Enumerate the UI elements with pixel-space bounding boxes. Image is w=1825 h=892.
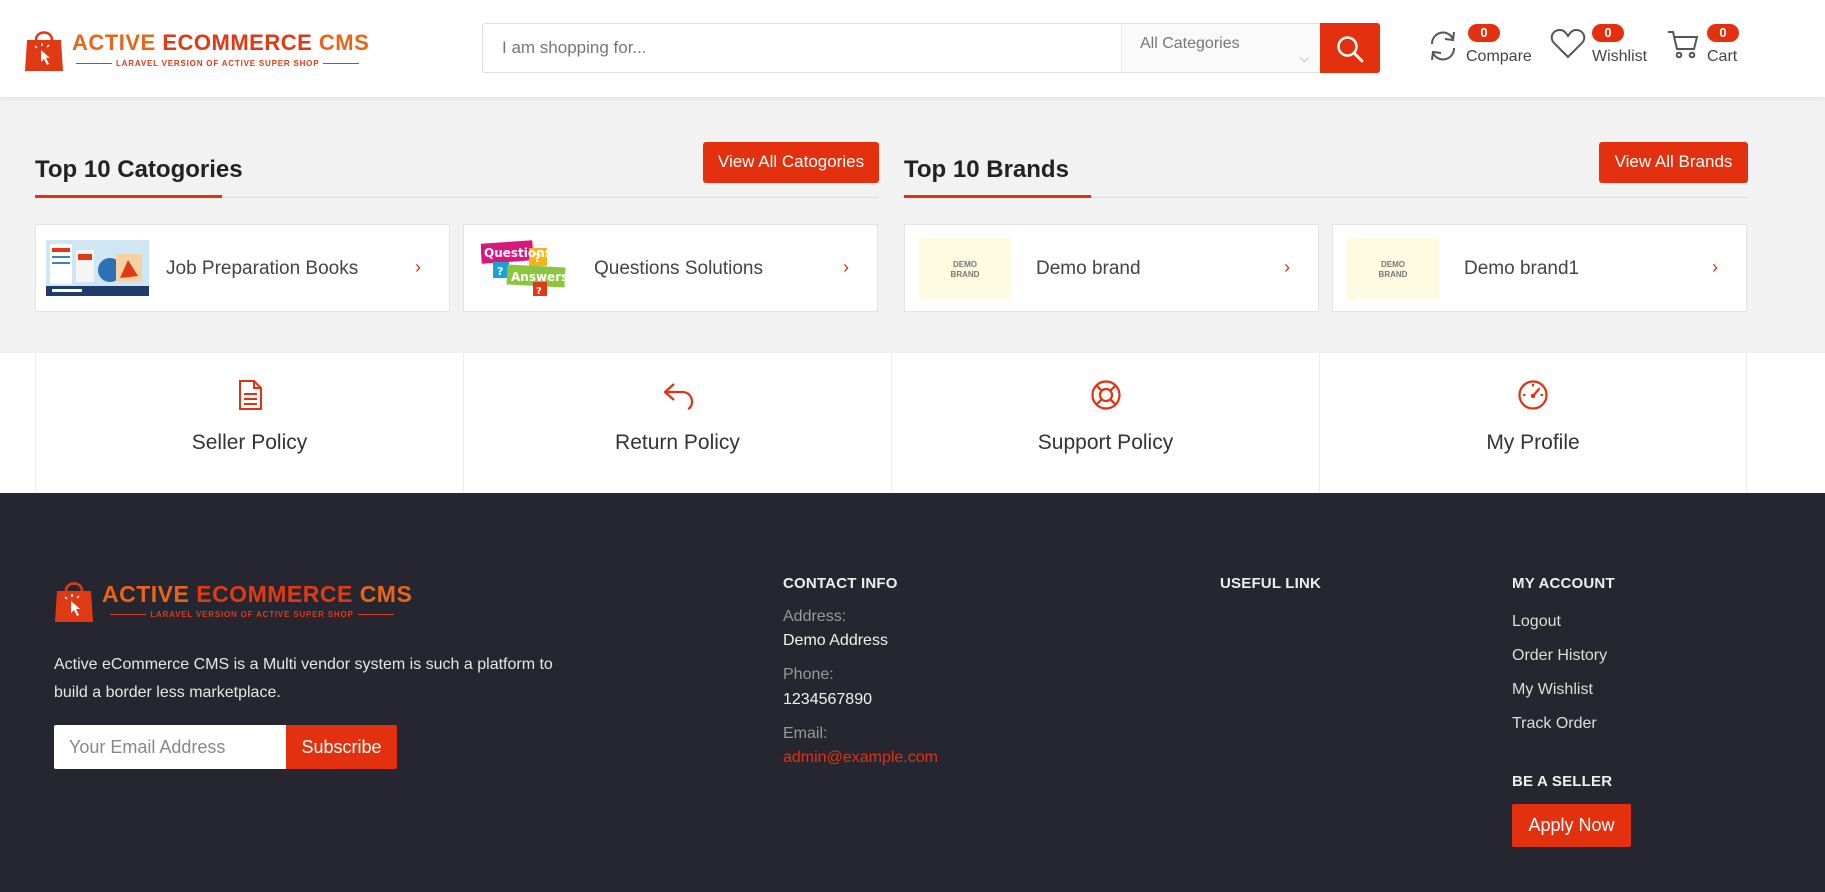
document-icon — [238, 380, 262, 410]
logo-text: ACTIVE ECOMMERCE CMS — [102, 581, 413, 607]
chevron-right-icon: › — [415, 257, 421, 277]
newsletter-email-input[interactable] — [54, 725, 286, 769]
apply-now-button[interactable]: Apply Now — [1512, 804, 1631, 847]
svg-text:?: ? — [536, 286, 542, 296]
refresh-icon — [1430, 31, 1456, 61]
wishlist-link[interactable]: 0 Wishlist — [1550, 22, 1650, 72]
shopping-bag-icon — [25, 31, 63, 71]
return-policy-link[interactable]: Return Policy — [463, 353, 891, 493]
site-header: ACTIVE ECOMMERCE CMS LARAVEL VERSION OF … — [0, 0, 1825, 97]
cart-icon — [1668, 31, 1699, 59]
shopping-bag-icon — [55, 582, 93, 622]
brand-logo: DEMO BRAND — [1347, 238, 1439, 300]
compare-count-badge: 0 — [1468, 24, 1500, 42]
categories-title: Top 10 Catogories — [35, 156, 243, 183]
brand-card-demo-brand1[interactable]: DEMO BRAND Demo brand1 › — [1332, 224, 1747, 312]
order-history-link[interactable]: Order History — [1512, 647, 1607, 665]
address-label: Address: — [783, 608, 847, 625]
seller-policy-link[interactable]: Seller Policy — [35, 353, 463, 493]
chevron-right-icon: › — [1284, 257, 1290, 277]
my-profile-link[interactable]: My Profile — [1319, 353, 1747, 493]
brand-label: Demo brand1 — [1464, 258, 1580, 279]
policy-row: Seller Policy Return Policy Support Poli… — [0, 353, 1825, 493]
my-account-heading: MY ACCOUNT — [1512, 575, 1615, 592]
category-thumbnail: Questions Answers ? ? ? — [481, 240, 568, 296]
reply-icon — [663, 383, 693, 410]
track-order-link[interactable]: Track Order — [1512, 715, 1597, 733]
logo-text: ACTIVE ECOMMERCE CMS — [72, 30, 370, 55]
svg-text:?: ? — [497, 265, 503, 278]
svg-text:Answers: Answers — [511, 270, 568, 284]
brand-logo-text: DEMO BRAND — [1378, 260, 1408, 279]
policy-label: Return Policy — [615, 431, 740, 454]
search-bar: All Categories ⌵ — [482, 23, 1380, 73]
wishlist-count-badge: 0 — [1592, 24, 1624, 42]
my-wishlist-link[interactable]: My Wishlist — [1512, 681, 1593, 699]
compare-label: Compare — [1466, 48, 1532, 65]
categories-underline — [35, 195, 222, 198]
phone-label: Phone: — [783, 666, 834, 683]
search-icon — [1337, 36, 1364, 63]
lifebuoy-icon — [1090, 380, 1121, 410]
brand-logo-text: DEMO BRAND — [950, 260, 980, 279]
support-policy-link[interactable]: Support Policy — [891, 353, 1319, 493]
subscribe-button[interactable]: Subscribe — [286, 725, 397, 769]
category-card-questions-solutions[interactable]: Questions Answers ? ? ? Questions Soluti… — [463, 224, 878, 312]
footer-description: Active eCommerce CMS is a Multi vendor s… — [54, 656, 553, 701]
footer-logo[interactable]: ACTIVE ECOMMERCE CMS LARAVEL VERSION OF … — [54, 573, 434, 629]
category-select[interactable]: All Categories ⌵ — [1121, 24, 1321, 72]
wishlist-label: Wishlist — [1592, 48, 1648, 65]
phone-value: 1234567890 — [783, 691, 872, 708]
cart-link[interactable]: 0 Cart — [1667, 22, 1757, 72]
brands-title: Top 10 Brands — [904, 156, 1069, 183]
useful-link-heading: USEFUL LINK — [1220, 575, 1322, 592]
policy-label: My Profile — [1486, 431, 1580, 454]
cart-count-badge: 0 — [1707, 24, 1739, 42]
address-value: Demo Address — [783, 632, 888, 649]
category-label: Job Preparation Books — [166, 258, 359, 279]
brand-logo: DEMO BRAND — [919, 238, 1011, 300]
svg-text:?: ? — [534, 251, 541, 265]
view-all-categories-button[interactable]: View All Catogories — [703, 142, 879, 183]
category-label: Questions Solutions — [594, 258, 763, 279]
category-select-value: All Categories — [1140, 35, 1240, 52]
cart-label: Cart — [1707, 48, 1738, 65]
site-logo[interactable]: ACTIVE ECOMMERCE CMS LARAVEL VERSION OF … — [24, 22, 369, 74]
view-all-brands-button[interactable]: View All Brands — [1599, 142, 1748, 183]
brands-underline — [904, 195, 1091, 198]
site-footer: ACTIVE ECOMMERCE CMS LARAVEL VERSION OF … — [0, 493, 1825, 892]
dashboard-icon — [1518, 380, 1548, 410]
category-card-job-preparation-books[interactable]: Job Preparation Books › — [35, 224, 450, 312]
brand-card-demo-brand[interactable]: DEMO BRAND Demo brand › — [904, 224, 1319, 312]
heart-icon — [1550, 28, 1586, 59]
logout-link[interactable]: Logout — [1512, 613, 1561, 631]
email-link[interactable]: admin@example.com — [783, 749, 938, 767]
category-thumbnail — [46, 240, 149, 296]
email-label: Email: — [783, 725, 828, 742]
compare-link[interactable]: 0 Compare — [1427, 22, 1537, 72]
search-button[interactable] — [1320, 23, 1380, 73]
chevron-right-icon: › — [843, 257, 849, 277]
chevron-right-icon: › — [1712, 257, 1718, 277]
chevron-down-icon: ⌵ — [1299, 51, 1309, 65]
search-input[interactable] — [483, 24, 1121, 72]
svg-text:Questions: Questions — [484, 246, 552, 260]
brand-label: Demo brand — [1036, 258, 1141, 279]
be-a-seller-heading: BE A SELLER — [1512, 773, 1613, 790]
contact-info-heading: CONTACT INFO — [783, 575, 898, 592]
policy-label: Seller Policy — [191, 431, 308, 454]
logo-tagline: LARAVEL VERSION OF ACTIVE SUPER SHOP — [72, 59, 362, 68]
logo-tagline: LARAVEL VERSION OF ACTIVE SUPER SHOP — [102, 610, 402, 619]
policy-label: Support Policy — [1037, 431, 1174, 454]
